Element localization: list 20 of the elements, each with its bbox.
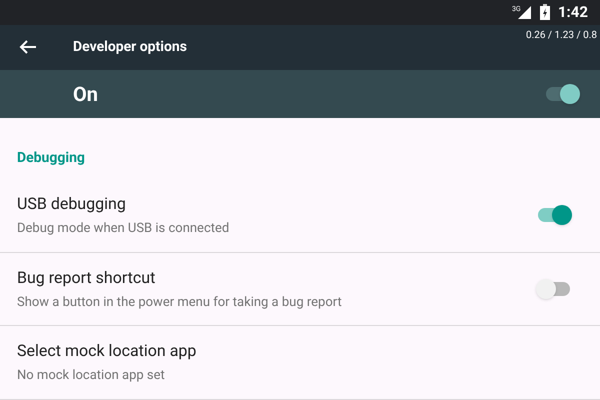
setting-summary: Show a button in the power menu for taking a bug report: [17, 294, 342, 312]
setting-summary: No mock location app set: [17, 367, 166, 386]
setting-title: Select mock location app: [17, 340, 196, 362]
battery-icon: [540, 4, 550, 20]
setting-summary: Debug mode when USB is connected: [17, 220, 230, 238]
back-arrow-icon: [19, 39, 37, 56]
frame-stats-overlay: 0.26 / 1.23 / 0.8: [526, 28, 597, 43]
toggle-switch[interactable]: [544, 82, 580, 105]
settings-row[interactable]: Bug report shortcut Show a button in the power menu for taking a bug report: [0, 252, 600, 326]
master-switch-label: On: [73, 80, 98, 108]
settings-row[interactable]: Select mock location app No mock location app set: [0, 326, 600, 400]
master-switch-bar[interactable]: On: [0, 70, 600, 118]
toggle-switch[interactable]: [536, 278, 572, 300]
setting-title: USB debugging: [17, 192, 127, 215]
setting-title: Bug report shortcut: [17, 266, 156, 289]
toggle-switch[interactable]: [536, 204, 572, 226]
section-header: Debugging: [17, 150, 85, 166]
toolbar-title: Developer options: [73, 38, 187, 57]
clock-time: 1:42: [558, 2, 588, 24]
settings-row[interactable]: USB debugging Debug mode when USB is connected: [0, 178, 600, 252]
